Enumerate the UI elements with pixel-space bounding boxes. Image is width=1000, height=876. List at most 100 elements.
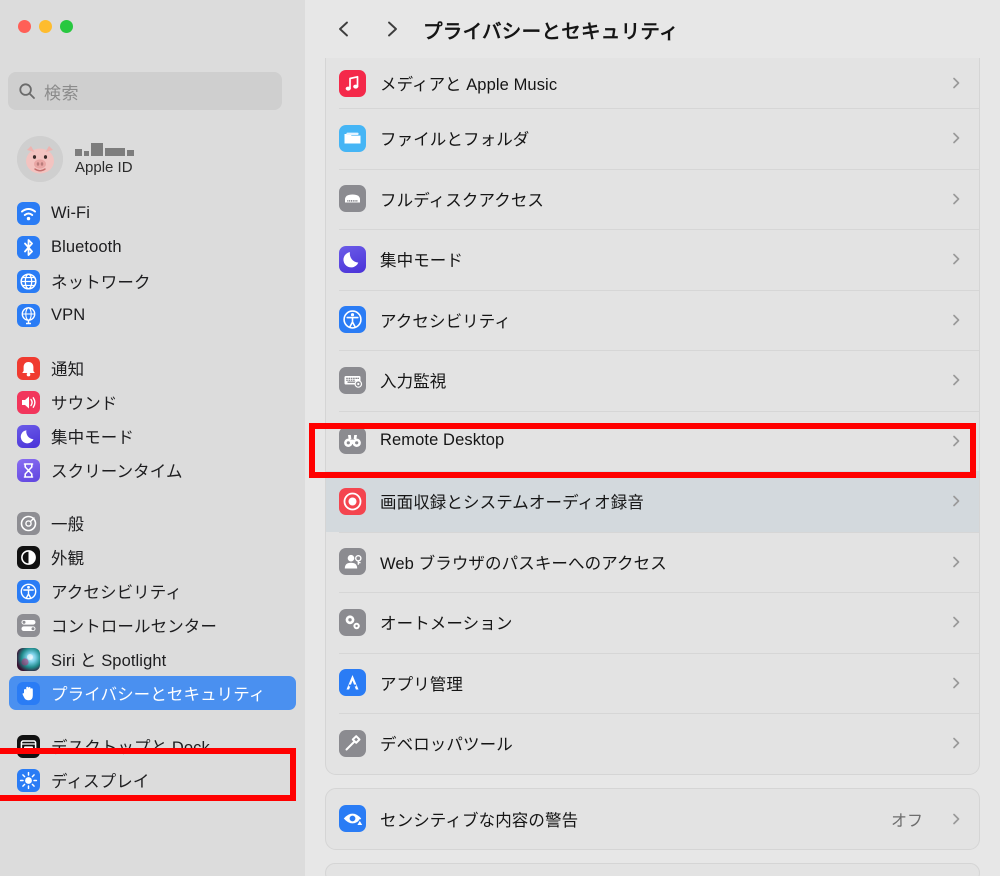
table-row[interactable]: 集中モード xyxy=(326,229,979,290)
sidebar-item-appearance[interactable]: 外観 xyxy=(9,540,296,574)
screen-time-hourglass-icon xyxy=(17,458,40,482)
general-gear-icon xyxy=(17,511,40,535)
row-value: オフ xyxy=(890,812,923,830)
table-row[interactable]: メディアと Apple Music xyxy=(326,58,979,108)
search-placeholder: 検索 xyxy=(44,83,79,103)
next-card-partial xyxy=(325,863,980,876)
chevron-right-icon xyxy=(949,76,963,90)
search-field[interactable]: 検索 xyxy=(8,72,282,110)
appearance-contrast-icon xyxy=(17,545,40,569)
chevron-right-icon xyxy=(949,555,963,569)
row-label: Remote Desktop xyxy=(380,431,505,450)
main-content: プライバシーとセキュリティ メディアと Apple Music ファイルとフォル… xyxy=(305,0,1000,876)
table-row[interactable]: フルディスクアクセス xyxy=(326,168,979,230)
forward-button[interactable] xyxy=(375,12,409,46)
sidebar-item-focus[interactable]: 集中モード xyxy=(9,419,296,453)
sidebar-item-label: 集中モード xyxy=(51,429,134,447)
sidebar-item-desktop-and-dock[interactable]: デスクトップと Dock xyxy=(9,729,296,763)
sidebar-item-label: 通知 xyxy=(51,361,85,379)
table-row-screen-recording[interactable]: 画面収録とシステムオーディオ録音 xyxy=(326,471,979,532)
sidebar-item-notifications[interactable]: 通知 xyxy=(9,351,296,385)
sidebar-item-control-center[interactable]: コントロールセンター xyxy=(9,608,296,642)
back-button[interactable] xyxy=(327,12,361,46)
accessibility-icon xyxy=(339,306,366,334)
focus-moon-icon xyxy=(339,245,366,273)
sidebar-item-sound[interactable]: サウンド xyxy=(9,385,296,419)
chevron-right-icon xyxy=(949,812,963,826)
row-label: メディアと Apple Music xyxy=(380,76,558,94)
network-globe-icon xyxy=(17,269,40,293)
table-row[interactable]: デベロッパツール xyxy=(326,713,979,774)
sidebar-item-label: 外観 xyxy=(51,550,85,568)
table-row[interactable]: 入力監視 xyxy=(326,350,979,411)
accessibility-icon xyxy=(17,579,40,603)
row-label: デベロッパツール xyxy=(380,736,513,755)
chevron-right-icon xyxy=(949,252,963,266)
chevron-right-icon xyxy=(949,131,963,145)
sidebar-item-label: Siri と Spotlight xyxy=(51,652,167,670)
sidebar-item-network[interactable]: ネットワーク xyxy=(9,264,296,298)
titlebar: プライバシーとセキュリティ xyxy=(305,0,1000,58)
system-settings-window: 検索 Apple ID Wi-Fi Bluetooth ネットワーク VPN 通… xyxy=(0,0,1000,876)
chevron-right-icon xyxy=(949,494,963,508)
row-label: センシティブな内容の警告 xyxy=(380,811,579,830)
sidebar-item-label: Bluetooth xyxy=(51,237,122,256)
chevron-right-icon xyxy=(949,192,963,206)
page-title: プライバシーとセキュリティ xyxy=(423,20,679,43)
row-label: ファイルとフォルダ xyxy=(380,131,530,150)
row-label: 入力監視 xyxy=(380,373,447,392)
traffic-lights xyxy=(18,20,73,33)
music-note-icon xyxy=(339,69,366,97)
apple-id-row[interactable]: Apple ID xyxy=(10,130,290,188)
table-row[interactable]: オートメーション xyxy=(326,592,979,653)
sidebar-nav: Wi-Fi Bluetooth ネットワーク VPN 通知 サウンド 集中モード… xyxy=(0,196,305,797)
sidebar-item-label: コントロールセンター xyxy=(51,618,217,636)
developer-hammer-icon xyxy=(339,729,366,757)
sidebar-divider xyxy=(0,332,305,351)
sidebar-item-vpn[interactable]: VPN xyxy=(9,298,296,332)
focus-moon-icon xyxy=(17,424,40,448)
binoculars-icon xyxy=(339,427,366,455)
chevron-right-icon xyxy=(949,373,963,387)
minimize-button[interactable] xyxy=(39,20,52,33)
row-label: 集中モード xyxy=(380,252,463,271)
chevron-right-icon xyxy=(949,615,963,629)
sidebar-item-general[interactable]: 一般 xyxy=(9,506,296,540)
table-row[interactable]: アクセシビリティ xyxy=(326,289,979,351)
sidebar-item-accessibility[interactable]: アクセシビリティ xyxy=(9,574,296,608)
sidebar-group-system: 通知 サウンド 集中モード スクリーンタイム xyxy=(0,351,305,487)
sidebar-item-bluetooth[interactable]: Bluetooth xyxy=(9,230,296,264)
app-management-icon xyxy=(339,669,366,697)
control-center-icon xyxy=(17,613,40,637)
sidebar-item-wifi[interactable]: Wi-Fi xyxy=(9,196,296,230)
row-label: 画面収録とシステムオーディオ録音 xyxy=(380,494,644,513)
sidebar-item-label: プライバシーとセキュリティ xyxy=(51,686,266,704)
table-row[interactable]: Remote Desktop xyxy=(326,410,979,472)
sidebar-item-screen-time[interactable]: スクリーンタイム xyxy=(9,453,296,487)
table-row[interactable]: センシティブな内容の警告 オフ xyxy=(326,789,979,850)
sidebar-item-displays[interactable]: ディスプレイ xyxy=(9,763,296,797)
table-row[interactable]: ファイルとフォルダ xyxy=(326,108,979,169)
sensitive-content-eye-icon xyxy=(339,805,366,833)
sidebar-divider xyxy=(0,710,305,729)
row-label: フルディスクアクセス xyxy=(380,191,545,210)
table-row[interactable]: Web ブラウザのパスキーへのアクセス xyxy=(326,531,979,593)
close-button[interactable] xyxy=(18,20,31,33)
keyboard-monitor-icon xyxy=(339,366,366,394)
apple-id-text: Apple ID xyxy=(75,142,134,176)
row-label: オートメーション xyxy=(380,615,513,634)
sidebar-item-label: ディスプレイ xyxy=(51,773,150,791)
sidebar-item-privacy-and-security[interactable]: プライバシーとセキュリティ xyxy=(9,676,296,710)
chevron-right-icon xyxy=(949,313,963,327)
row-label: アクセシビリティ xyxy=(380,312,511,331)
sidebar-item-label: アクセシビリティ xyxy=(51,584,182,602)
sidebar-item-siri-spotlight[interactable]: Siri と Spotlight xyxy=(9,642,296,676)
passkey-person-icon xyxy=(339,548,366,576)
settings-scroll-area[interactable]: メディアと Apple Music ファイルとフォルダ フルディスクアクセス 集… xyxy=(305,58,1000,876)
row-label: Web ブラウザのパスキーへのアクセス xyxy=(380,554,667,573)
vpn-globe-icon xyxy=(17,303,40,327)
chevron-right-icon xyxy=(949,736,963,750)
table-row[interactable]: アプリ管理 xyxy=(326,652,979,714)
zoom-button[interactable] xyxy=(60,20,73,33)
folder-icon xyxy=(339,124,366,152)
